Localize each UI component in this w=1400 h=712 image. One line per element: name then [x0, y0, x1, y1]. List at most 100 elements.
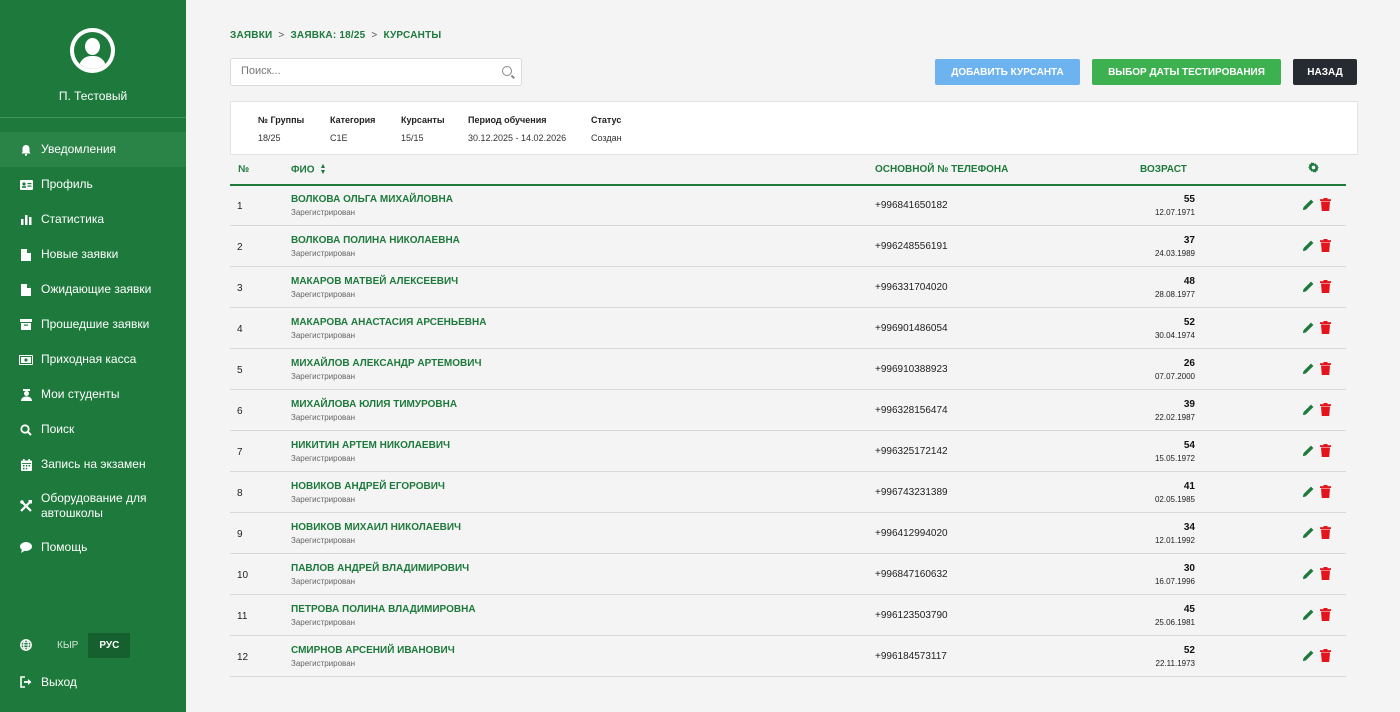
- cadet-status: Зарегистрирован: [291, 249, 356, 258]
- sidebar-item-my-students[interactable]: Мои студенты: [0, 377, 186, 412]
- edit-icon[interactable]: [1302, 649, 1315, 662]
- cadet-status: Зарегистрирован: [291, 372, 356, 381]
- table-row: 7 НИКИТИН АРТЕМ НИКОЛАЕВИЧ Зарегистриров…: [230, 431, 1346, 472]
- breadcrumb-request[interactable]: ЗАЯВКА: 18/25: [290, 30, 365, 41]
- profile-section: П. Тестовый: [0, 0, 186, 118]
- sidebar-item-profile[interactable]: Профиль: [0, 167, 186, 202]
- delete-icon[interactable]: [1320, 567, 1331, 580]
- lang-rus-button[interactable]: РУС: [88, 632, 131, 658]
- edit-icon[interactable]: [1302, 526, 1315, 539]
- table-row: 4 МАКАРОВА АНАСТАСИЯ АРСЕНЬЕВНА Зарегист…: [230, 308, 1346, 349]
- cadet-phone: +996412994020: [875, 528, 948, 539]
- edit-icon[interactable]: [1302, 239, 1315, 252]
- sidebar-item-pending-requests[interactable]: Ожидающие заявки: [0, 272, 186, 307]
- cadet-birthdate: 30.04.1974: [1154, 331, 1195, 340]
- sidebar-item-statistics[interactable]: Статистика: [0, 202, 186, 237]
- cadet-birthdate: 07.07.2000: [1154, 372, 1195, 381]
- sidebar-item-label: Оборудование для автошколы: [41, 491, 147, 520]
- row-number: 6: [237, 406, 243, 417]
- delete-icon[interactable]: [1320, 321, 1331, 334]
- breadcrumb-requests[interactable]: ЗАЯВКИ: [230, 30, 272, 41]
- logout-button[interactable]: Выход: [0, 670, 186, 694]
- avatar[interactable]: [70, 28, 115, 73]
- cadet-name-link[interactable]: НИКИТИН АРТЕМ НИКОЛАЕВИЧ: [291, 440, 450, 451]
- delete-icon[interactable]: [1320, 485, 1331, 498]
- delete-icon[interactable]: [1320, 362, 1331, 375]
- cadet-status: Зарегистрирован: [291, 577, 356, 586]
- cadet-name-link[interactable]: СМИРНОВ АРСЕНИЙ ИВАНОВИЧ: [291, 645, 455, 656]
- delete-icon[interactable]: [1320, 526, 1331, 539]
- sidebar-item-equipment[interactable]: Оборудование для автошколы: [0, 482, 186, 530]
- cadet-name-link[interactable]: МИХАЙЛОВА ЮЛИЯ ТИМУРОВНА: [291, 399, 457, 410]
- column-header-name-label: ФИО: [291, 164, 315, 176]
- edit-icon[interactable]: [1302, 362, 1315, 375]
- add-cadet-button[interactable]: ДОБАВИТЬ КУРСАНТА: [935, 59, 1080, 85]
- sidebar-item-new-requests[interactable]: Новые заявки: [0, 237, 186, 272]
- cadet-status: Зарегистрирован: [291, 331, 356, 340]
- delete-icon[interactable]: [1320, 403, 1331, 416]
- cadet-name-link[interactable]: ВОЛКОВА ПОЛИНА НИКОЛАЕВНА: [291, 235, 460, 246]
- cadets-table-body: 1 ВОЛКОВА ОЛЬГА МИХАЙЛОВНА Зарегистриров…: [230, 185, 1346, 677]
- delete-icon[interactable]: [1320, 608, 1331, 621]
- cadet-name-link[interactable]: НОВИКОВ МИХАИЛ НИКОЛАЕВИЧ: [291, 522, 461, 533]
- edit-icon[interactable]: [1302, 321, 1315, 334]
- file-icon: [19, 248, 33, 261]
- edit-icon[interactable]: [1302, 567, 1315, 580]
- info-category-value: C1E: [330, 133, 348, 143]
- cadet-name-link[interactable]: НОВИКОВ АНДРЕЙ ЕГОРОВИЧ: [291, 481, 445, 492]
- search-input[interactable]: [231, 59, 501, 83]
- gear-icon[interactable]: [1308, 162, 1319, 176]
- column-header-age: ВОЗРАСТ: [1140, 164, 1187, 175]
- cadet-name-link[interactable]: МАКАРОВ МАТВЕЙ АЛЕКСЕЕВИЧ: [291, 276, 458, 287]
- info-period-value: 30.12.2025 - 14.02.2026: [468, 133, 567, 143]
- sidebar-item-notifications[interactable]: Уведомления: [0, 132, 186, 167]
- lang-kyr-button[interactable]: КЫР: [49, 634, 86, 657]
- sidebar-item-label: Профиль: [41, 177, 93, 191]
- sidebar-item-label: Мои студенты: [41, 387, 120, 401]
- edit-icon[interactable]: [1302, 608, 1315, 621]
- search-icon[interactable]: [502, 66, 512, 76]
- cadet-name-link[interactable]: МИХАЙЛОВ АЛЕКСАНДР АРТЕМОВИЧ: [291, 358, 481, 369]
- delete-icon[interactable]: [1320, 649, 1331, 662]
- edit-icon[interactable]: [1302, 280, 1315, 293]
- column-header-name[interactable]: ФИО ▲ ▼: [291, 163, 327, 176]
- edit-icon[interactable]: [1302, 198, 1315, 211]
- cadet-age: 54: [1183, 440, 1195, 451]
- sidebar-item-label: Новые заявки: [41, 247, 119, 261]
- cadet-birthdate: 15.05.1972: [1154, 454, 1195, 463]
- sidebar-item-help[interactable]: Помощь: [0, 530, 186, 565]
- cadet-name-link[interactable]: ПЕТРОВА ПОЛИНА ВЛАДИМИРОВНА: [291, 604, 476, 615]
- cadet-name-link[interactable]: ПАВЛОВ АНДРЕЙ ВЛАДИМИРОВИЧ: [291, 563, 469, 574]
- sidebar-item-label: Поиск: [41, 422, 75, 436]
- cadet-age: 37: [1183, 235, 1195, 246]
- cadet-status: Зарегистрирован: [291, 495, 356, 504]
- delete-icon[interactable]: [1320, 198, 1331, 211]
- column-header-phone: ОСНОВНОЙ № ТЕЛЕФОНА: [875, 164, 1009, 175]
- info-cadets: Курсанты 15/15: [401, 115, 445, 143]
- cadet-age: 52: [1183, 317, 1195, 328]
- sort-icon[interactable]: ▲ ▼: [320, 163, 327, 176]
- cadet-name-link[interactable]: МАКАРОВА АНАСТАСИЯ АРСЕНЬЕВНА: [291, 317, 486, 328]
- delete-icon[interactable]: [1320, 280, 1331, 293]
- sidebar-item-exam-signup[interactable]: Запись на экзамен: [0, 447, 186, 482]
- cadet-status: Зарегистрирован: [291, 659, 356, 668]
- info-cadets-label: Курсанты: [401, 115, 445, 125]
- row-number: 8: [237, 488, 243, 499]
- edit-icon[interactable]: [1302, 444, 1315, 457]
- cadet-name-link[interactable]: ВОЛКОВА ОЛЬГА МИХАЙЛОВНА: [291, 194, 453, 205]
- sidebar-item-cash-register[interactable]: Приходная касса: [0, 342, 186, 377]
- back-button[interactable]: НАЗАД: [1293, 59, 1357, 85]
- sidebar-item-past-requests[interactable]: Прошедшие заявки: [0, 307, 186, 342]
- info-cadets-value: 15/15: [401, 133, 424, 143]
- edit-icon[interactable]: [1302, 403, 1315, 416]
- delete-icon[interactable]: [1320, 444, 1331, 457]
- delete-icon[interactable]: [1320, 239, 1331, 252]
- calendar-icon: [19, 458, 33, 471]
- sidebar-item-search[interactable]: Поиск: [0, 412, 186, 447]
- file-icon: [19, 283, 33, 296]
- globe-icon: [19, 639, 33, 651]
- cadet-birthdate: 28.08.1977: [1154, 290, 1195, 299]
- select-test-date-button[interactable]: ВЫБОР ДАТЫ ТЕСТИРОВАНИЯ: [1092, 59, 1281, 85]
- cadet-status: Зарегистрирован: [291, 454, 356, 463]
- edit-icon[interactable]: [1302, 485, 1315, 498]
